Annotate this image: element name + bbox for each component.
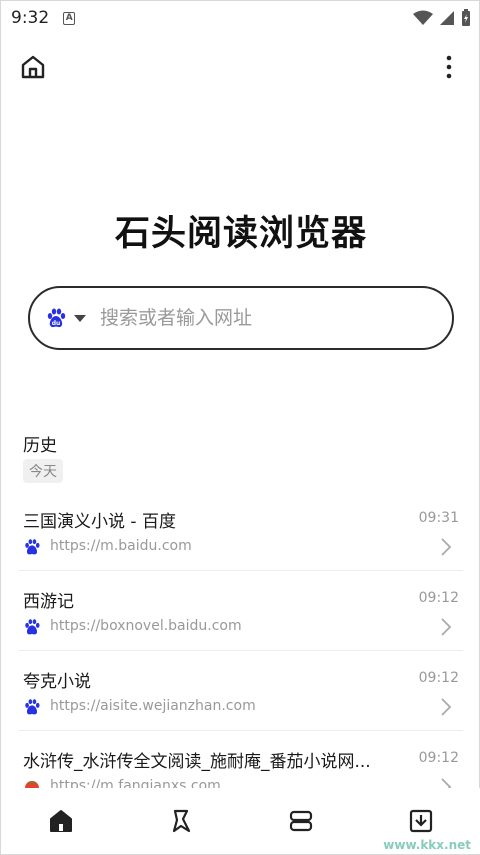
history-item-title: 夸克小说	[23, 672, 91, 692]
tabs-icon	[289, 810, 313, 832]
history-list: 三国演义小说 - 百度 09:31 https://m.baidu.com 西游…	[1, 491, 480, 811]
search-box[interactable]: du	[28, 286, 454, 350]
download-icon	[409, 809, 433, 833]
wifi-icon	[413, 10, 433, 25]
chevron-right-icon[interactable]	[439, 537, 453, 557]
status-bar: 9:32 A	[1, 1, 480, 35]
home-button[interactable]	[17, 51, 49, 83]
list-item[interactable]: 三国演义小说 - 百度 09:31 https://m.baidu.com	[19, 491, 463, 571]
history-item-url: https://m.baidu.com	[50, 538, 192, 554]
history-item-title: 三国演义小说 - 百度	[23, 512, 176, 532]
nav-bookmarks-button[interactable]	[153, 793, 209, 849]
history-item-url: https://aisite.wejianzhan.com	[50, 698, 256, 714]
history-item-time: 09:12	[418, 670, 459, 686]
history-item-time: 09:12	[418, 590, 459, 606]
more-menu-button[interactable]	[433, 51, 465, 83]
nav-tabs-button[interactable]	[273, 793, 329, 849]
history-item-time: 09:12	[418, 750, 459, 766]
date-chip: 今天	[23, 459, 63, 483]
chevron-down-icon[interactable]	[74, 314, 86, 322]
list-item[interactable]: 夸克小说 09:12 https://aisite.wejianzhan.com	[19, 651, 463, 731]
history-item-title: 西游记	[23, 592, 74, 612]
baidu-icon: du	[47, 308, 66, 328]
nav-home-button[interactable]	[33, 793, 89, 849]
svg-text:du: du	[52, 320, 61, 327]
search-input[interactable]	[100, 307, 420, 329]
signal-icon	[440, 11, 454, 25]
chevron-right-icon[interactable]	[439, 697, 453, 717]
status-icons	[413, 9, 471, 27]
baidu-icon	[23, 538, 41, 556]
history-item-url: https://boxnovel.baidu.com	[50, 618, 242, 634]
more-vertical-icon	[446, 55, 452, 79]
bookmark-icon	[172, 809, 191, 833]
history-item-title: 水浒传_水浒传全文阅读_施耐庵_番茄小说网...	[23, 752, 371, 772]
app-title: 石头阅读浏览器	[114, 214, 367, 254]
chevron-right-icon[interactable]	[439, 617, 453, 637]
top-bar	[1, 45, 480, 89]
history-title: 历史	[23, 436, 57, 456]
notification-icon: A	[63, 11, 76, 25]
history-item-time: 09:31	[418, 510, 459, 526]
baidu-icon	[23, 618, 41, 636]
home-icon	[50, 810, 72, 832]
list-item[interactable]: 西游记 09:12 https://boxnovel.baidu.com	[19, 571, 463, 651]
search-engine-selector[interactable]: du	[44, 306, 68, 330]
home-icon	[21, 55, 45, 79]
baidu-icon	[23, 698, 41, 716]
battery-icon	[462, 9, 470, 26]
status-time: 9:32	[11, 8, 50, 28]
watermark: www.kkx.net	[383, 838, 471, 852]
